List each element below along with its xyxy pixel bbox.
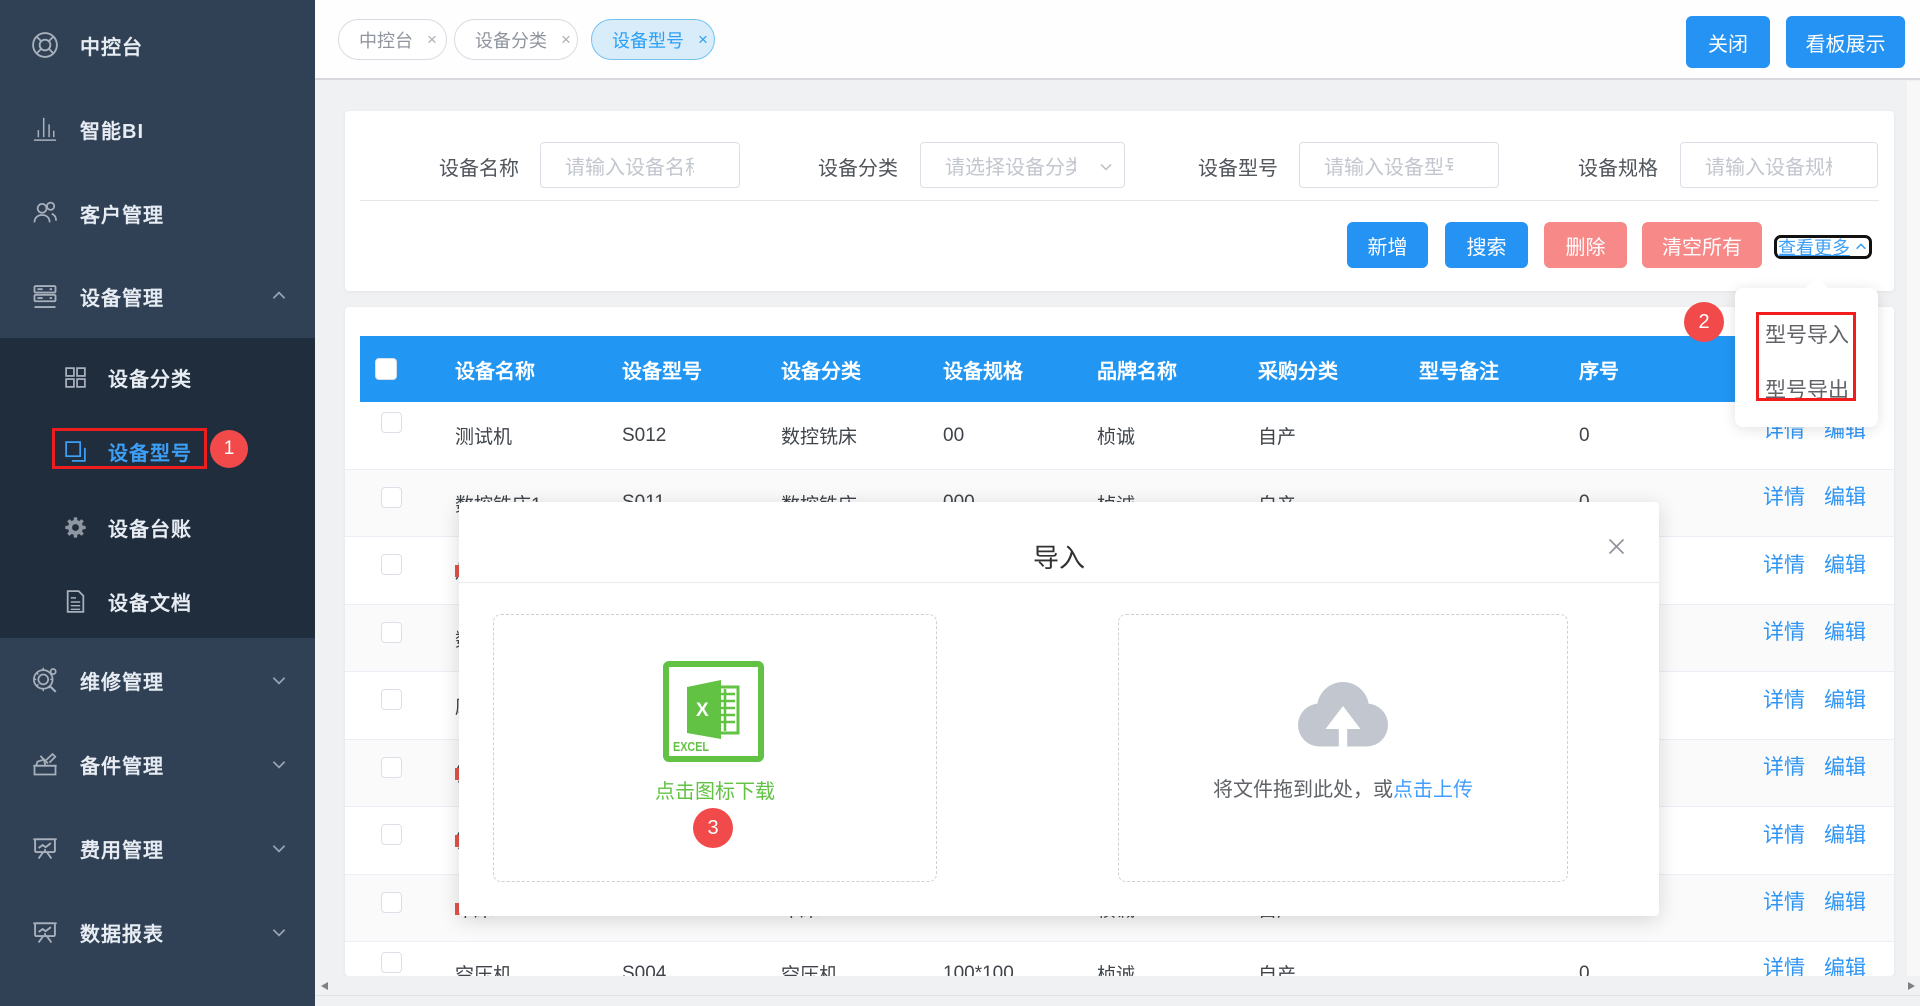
svg-text:EXCEL: EXCEL (673, 740, 709, 754)
svg-text:X: X (696, 700, 709, 721)
